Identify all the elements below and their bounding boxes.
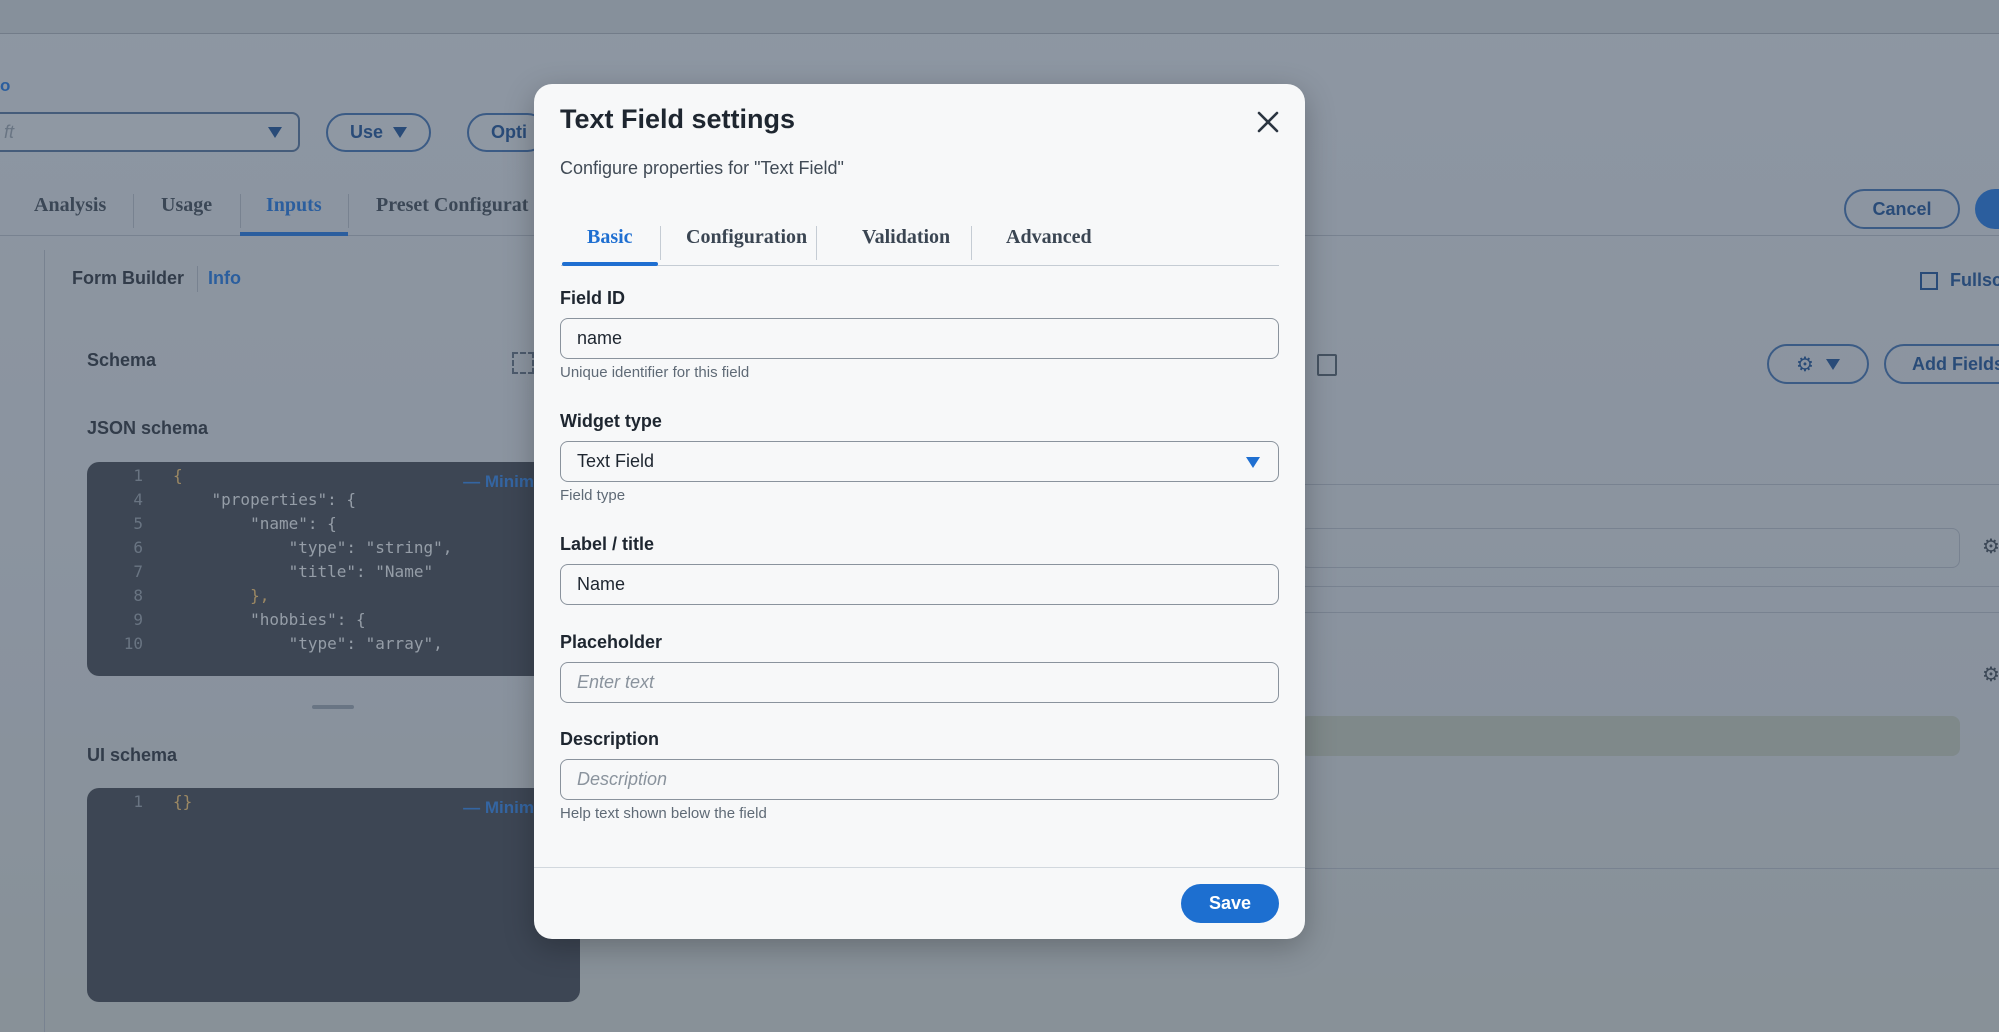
tab-configuration[interactable]: Configuration xyxy=(686,226,807,249)
description-input-placeholder: Description xyxy=(577,769,668,789)
description-input[interactable]: Description xyxy=(560,759,1279,800)
close-icon[interactable] xyxy=(1250,104,1286,140)
description-help: Help text shown below the field xyxy=(560,805,767,822)
widget-type-help: Field type xyxy=(560,487,626,504)
tab-basic[interactable]: Basic xyxy=(587,226,633,249)
tab-divider xyxy=(971,226,972,260)
text-field-settings-dialog: Text Field settings Configure properties… xyxy=(534,84,1305,939)
dialog-subtitle: Configure properties for "Text Field" xyxy=(560,158,844,178)
placeholder-label: Placeholder xyxy=(560,632,663,652)
chevron-down-icon xyxy=(1246,457,1260,468)
tab-advanced[interactable]: Advanced xyxy=(1006,226,1092,249)
tab-validation[interactable]: Validation xyxy=(862,226,950,249)
dialog-footer-divider xyxy=(534,867,1305,868)
tab-divider xyxy=(816,226,817,260)
settings-tabs: Basic Configuration Validation Advanced xyxy=(561,216,1279,266)
label-title-input[interactable]: Name xyxy=(560,564,1279,605)
label-title-value: Name xyxy=(577,574,626,594)
active-tab-indicator xyxy=(562,262,658,266)
field-id-input[interactable]: name xyxy=(560,318,1279,359)
placeholder-input[interactable]: Enter text xyxy=(560,662,1279,703)
save-button[interactable]: Save xyxy=(1181,884,1279,923)
placeholder-input-placeholder: Enter text xyxy=(577,672,655,692)
widget-type-value: Text Field xyxy=(577,451,655,471)
dialog-title: Text Field settings xyxy=(560,104,796,134)
field-id-value: name xyxy=(577,328,623,348)
tab-divider xyxy=(660,226,661,260)
field-id-help: Unique identifier for this field xyxy=(560,364,750,381)
label-title-label: Label / title xyxy=(560,534,655,554)
description-label: Description xyxy=(560,729,660,749)
widget-type-label: Widget type xyxy=(560,411,662,431)
widget-type-select[interactable]: Text Field xyxy=(560,441,1279,482)
field-id-label: Field ID xyxy=(560,288,626,308)
